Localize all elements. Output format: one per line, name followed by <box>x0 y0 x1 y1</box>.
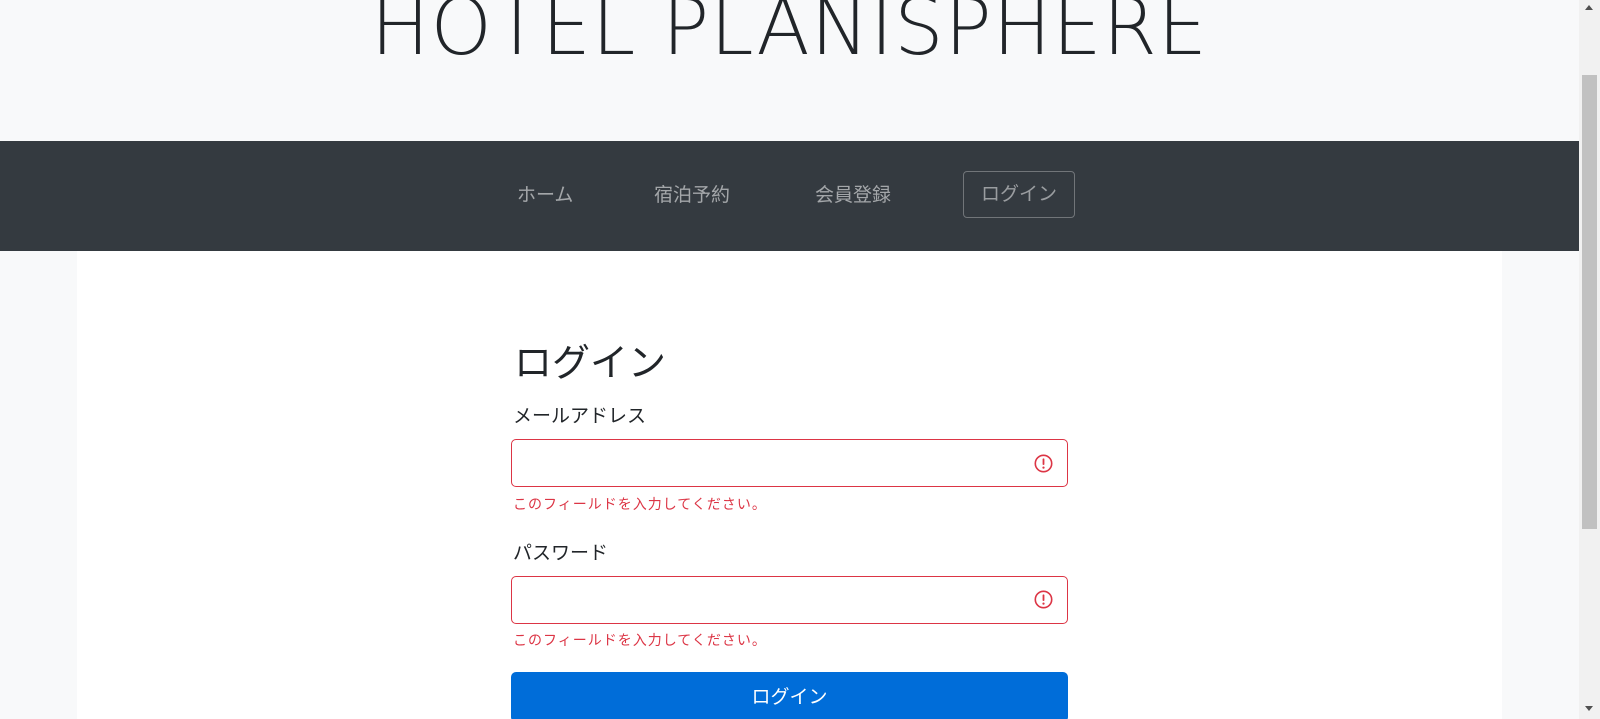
site-header: HOTEL PLANISPHERE <box>0 0 1579 141</box>
scroll-down-arrow-icon[interactable] <box>1585 706 1593 711</box>
vertical-scrollbar[interactable] <box>1579 0 1600 719</box>
nav-signup-link[interactable]: 会員登録 <box>815 180 891 210</box>
nav-home-link[interactable]: ホーム <box>517 180 573 210</box>
exclamation-circle-icon <box>1034 454 1053 473</box>
scrollbar-thumb[interactable] <box>1582 75 1597 529</box>
password-field[interactable] <box>511 576 1068 624</box>
login-form-title: ログイン <box>514 341 667 385</box>
scroll-up-arrow-icon[interactable] <box>1585 5 1593 10</box>
email-field[interactable] <box>511 439 1068 487</box>
nav-reserve-link[interactable]: 宿泊予約 <box>654 180 730 210</box>
site-title: HOTEL PLANISPHERE <box>370 0 1209 73</box>
browser-viewport: HOTEL PLANISPHERE ホーム 宿泊予約 会員登録 ログイン ログイ… <box>0 0 1600 719</box>
nav-login-button[interactable]: ログイン <box>963 171 1075 218</box>
password-error-message: このフィールドを入力してください。 <box>513 633 767 649</box>
email-label: メールアドレス <box>513 405 647 427</box>
page: HOTEL PLANISPHERE ホーム 宿泊予約 会員登録 ログイン ログイ… <box>0 0 1579 719</box>
email-error-message: このフィールドを入力してください。 <box>513 497 767 513</box>
navbar <box>0 141 1579 251</box>
login-submit-button[interactable]: ログイン <box>511 672 1068 719</box>
password-label: パスワード <box>513 542 609 564</box>
exclamation-circle-icon <box>1034 590 1053 609</box>
